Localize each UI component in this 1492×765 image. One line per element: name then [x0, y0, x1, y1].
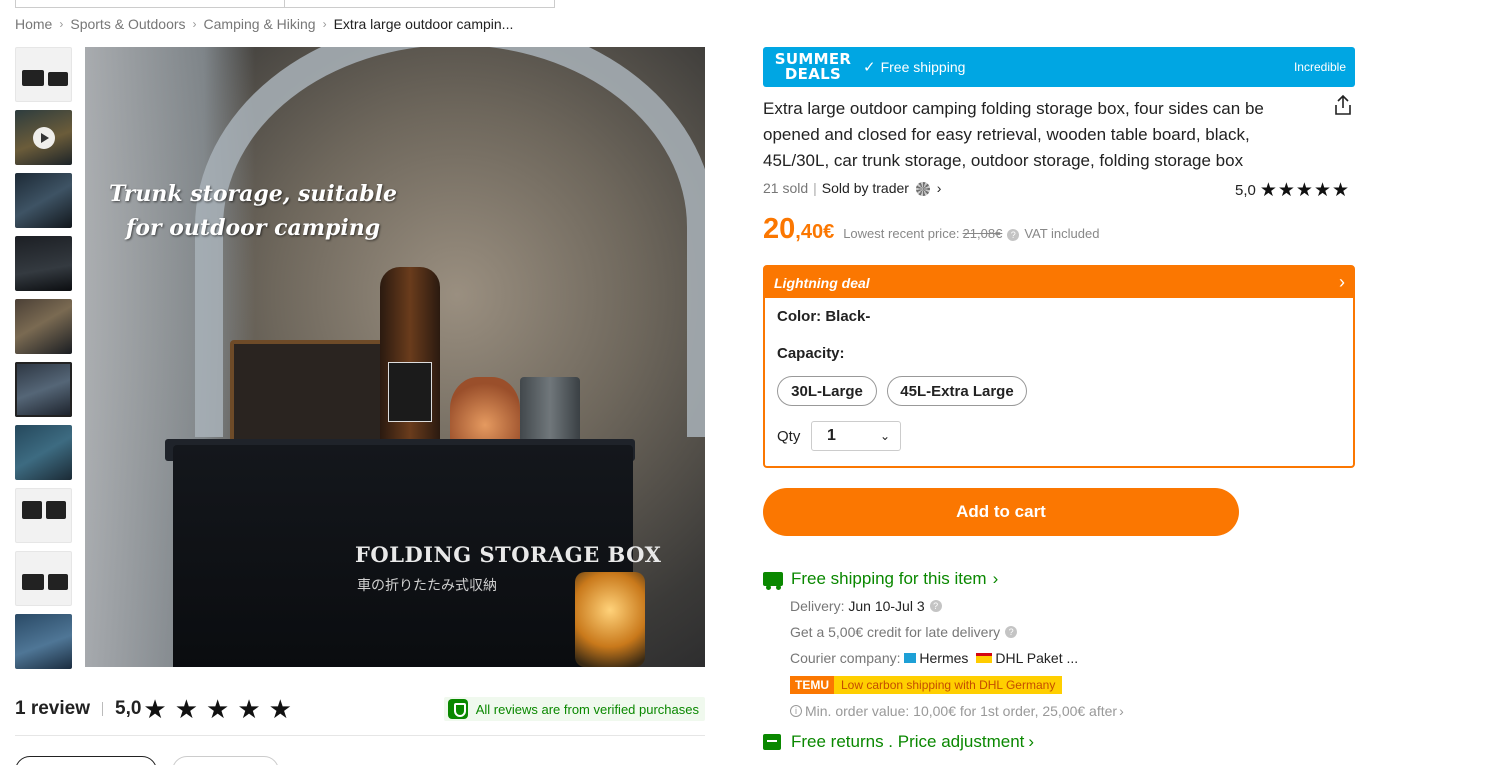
reviews-summary: 1 review 5,0 ★ ★ ★ ★ ★ All reviews are f… [15, 694, 705, 724]
chevron-right-icon: › [192, 17, 197, 31]
star-icon: ★ [206, 694, 230, 724]
info-icon: i [790, 705, 802, 717]
low-carbon-badge: TEMU Low carbon shipping with DHL German… [790, 676, 1063, 694]
thumbnail-photo[interactable] [15, 299, 72, 354]
free-shipping-tag: ✓ Free shipping [863, 59, 966, 76]
box-sublabel: 車の折りたたみ式収納 [357, 578, 497, 594]
add-to-cart-button[interactable]: Add to cart [763, 488, 1239, 536]
capacity-option-45l[interactable]: 45L-Extra Large [887, 376, 1027, 406]
thumbnail-photo[interactable] [15, 173, 72, 228]
trader-avatar-icon [915, 182, 930, 197]
courier-info: Courier company: Hermes DHL Paket ... [790, 650, 1079, 666]
price-row: 20 ,40€ Lowest recent price: 21,08€ ? VA… [763, 213, 1099, 246]
thumbnail-product-info[interactable] [15, 551, 72, 606]
image-overlay-text: Trunk storage, suitable for outdoor camp… [109, 181, 397, 241]
hermes-logo-icon [904, 653, 917, 663]
chevron-right-icon: › [1028, 732, 1035, 751]
review-filter-button[interactable] [172, 756, 279, 765]
late-delivery-credit: Get a 5,00€ credit for late delivery ? [790, 624, 1022, 640]
review-count[interactable]: 1 review [15, 698, 90, 720]
old-price: 21,08€ [962, 226, 1003, 241]
review-filter-button[interactable] [15, 756, 157, 765]
share-icon[interactable] [1333, 94, 1353, 116]
options-panel: Lightning deal › Color: Black- Capacity:… [763, 265, 1355, 468]
main-product-image[interactable]: FOLDING STORAGE BOX 車の折りたたみ式収納 Trunk sto… [85, 47, 705, 667]
vat-label: VAT included [1024, 226, 1100, 241]
qty-value: 1 [827, 427, 836, 444]
free-shipping-link[interactable]: Free shipping for this item › [763, 569, 999, 590]
star-icon: ★ [174, 694, 199, 724]
rating-value: 5,0 [1235, 182, 1256, 199]
lantern-graphic [575, 572, 645, 667]
breadcrumb: Home › Sports & Outdoors › Camping & Hik… [15, 16, 513, 32]
product-rating[interactable]: 5,0 ★★★★★ [1235, 179, 1350, 202]
verified-text: All reviews are from verified purchases [475, 701, 699, 717]
sold-by-link[interactable]: Sold by trader › [822, 180, 942, 197]
capacity-option-30l[interactable]: 30L-Large [777, 376, 877, 406]
thumbnail-product-info[interactable] [15, 488, 72, 543]
color-label: Color: Black- [777, 308, 871, 325]
speaker-graphic [230, 340, 390, 445]
price-main: 20 [763, 213, 796, 245]
chevron-right-icon: › [1339, 272, 1345, 292]
thumbnail-strip [15, 47, 72, 677]
thumbnail-photo[interactable] [15, 425, 72, 480]
lightning-deal-label: Lightning deal [774, 274, 870, 291]
thumbnail-photo[interactable] [15, 614, 72, 669]
chevron-right-icon: › [1119, 703, 1124, 719]
play-icon [32, 126, 55, 149]
breadcrumb-home[interactable]: Home [15, 16, 52, 32]
quantity-select[interactable]: 1 ⌄ [811, 421, 901, 451]
dhl-logo-icon [976, 653, 993, 663]
deal-tag: Incredible [1293, 60, 1346, 74]
chevron-right-icon: › [322, 17, 327, 31]
chevron-down-icon: ⌄ [879, 429, 890, 443]
question-icon[interactable]: ? [929, 600, 942, 612]
check-icon: ✓ [863, 59, 876, 76]
verified-purchases-badge: All reviews are from verified purchases [443, 697, 705, 721]
free-returns-link[interactable]: Free returns . Price adjustment › [763, 732, 1034, 752]
divider [102, 702, 103, 716]
rating-stars-icon: ★★★★★ [1259, 180, 1351, 201]
lightning-deal-bar[interactable]: Lightning deal › [765, 267, 1353, 298]
low-carbon-text: Low carbon shipping with DHL Germany [834, 676, 1063, 694]
breadcrumb-current: Extra large outdoor campin... [333, 16, 514, 32]
sold-count: 21 sold [763, 180, 809, 197]
lowest-price-label: Lowest recent price: [843, 226, 960, 241]
thumbnail-photo[interactable] [15, 236, 72, 291]
delivery-info: Delivery: Jun 10-Jul 3 ? [790, 598, 947, 614]
returns-box-icon [763, 734, 781, 750]
box-label: FOLDING STORAGE BOX [355, 542, 662, 567]
question-icon[interactable]: ? [1005, 626, 1018, 638]
qty-label: Qty [777, 428, 801, 445]
summer-deals-banner[interactable]: SUMMER DEALS ✓ Free shipping Incredible [763, 47, 1355, 87]
product-title: Extra large outdoor camping folding stor… [763, 99, 1264, 170]
chevron-right-icon: › [992, 569, 999, 588]
top-search-bar-edge [15, 0, 555, 8]
star-icon: ★ [237, 694, 261, 724]
sales-info: 21 sold | Sold by trader › [763, 180, 942, 197]
truck-icon [763, 572, 783, 590]
breadcrumb-sports[interactable]: Sports & Outdoors [70, 16, 185, 32]
thumbnail-video[interactable] [15, 110, 72, 165]
thumbnail-photo-selected[interactable] [15, 362, 72, 417]
chevron-right-icon: › [936, 180, 942, 196]
capacity-label: Capacity: [777, 345, 845, 362]
price-cents: ,40€ [795, 221, 835, 243]
star-icon: ★ [143, 694, 167, 724]
chevron-right-icon: › [59, 17, 64, 31]
review-score: 5,0 [115, 698, 142, 719]
summer-deals-logo: SUMMER DEALS [774, 50, 852, 83]
question-icon[interactable]: ? [1007, 229, 1020, 241]
thumbnail-product-info[interactable] [15, 47, 72, 102]
min-order-info[interactable]: i Min. order value: 10,00€ for 1st order… [790, 703, 1124, 719]
bottle-graphic [380, 267, 440, 457]
divider [15, 735, 705, 736]
shield-check-icon [447, 699, 468, 719]
temu-logo: TEMU [790, 676, 834, 694]
breadcrumb-camping[interactable]: Camping & Hiking [204, 16, 316, 32]
star-icon: ★ [268, 694, 292, 724]
